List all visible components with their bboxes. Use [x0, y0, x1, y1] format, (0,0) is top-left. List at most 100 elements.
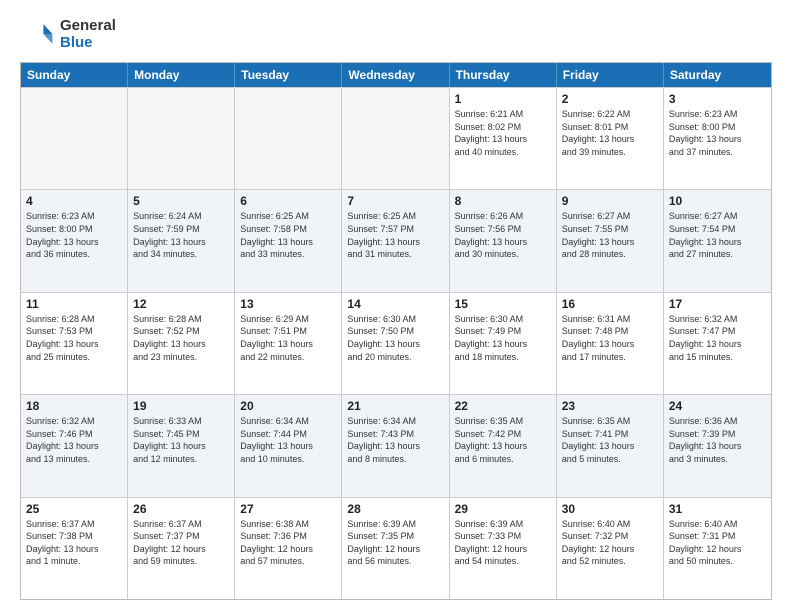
- cell-info: Sunrise: 6:21 AM Sunset: 8:02 PM Dayligh…: [455, 108, 551, 158]
- calendar-cell-r3c4: 22Sunrise: 6:35 AM Sunset: 7:42 PM Dayli…: [450, 395, 557, 496]
- calendar-cell-r1c5: 9Sunrise: 6:27 AM Sunset: 7:55 PM Daylig…: [557, 190, 664, 291]
- calendar-cell-r2c0: 11 Sunrise: 6:28 AM Sunset: 7:53 PM Dayli…: [21, 293, 128, 394]
- cell-info: Sunrise: 6:38 AM Sunset: 7:36 PM Dayligh…: [240, 518, 336, 568]
- logo-general: General: [60, 17, 116, 34]
- calendar-cell-r2c4: 15 Sunrise: 6:30 AM Sunset: 7:49 PM Dayli…: [450, 293, 557, 394]
- calendar-cell-r0c1: [128, 88, 235, 189]
- cell-date: 26: [133, 502, 229, 516]
- cell-info: Sunrise: 6:34 AM Sunset: 7:44 PM Dayligh…: [240, 415, 336, 465]
- cell-date: 17: [669, 297, 766, 311]
- calendar-cell-r2c6: 17 Sunrise: 6:32 AM Sunset: 7:47 PM Dayli…: [664, 293, 771, 394]
- cell-info: Sunrise: 6:30 AM Sunset: 7:49 PM Dayligh…: [455, 313, 551, 363]
- calendar-row-1: 4 Sunrise: 6:23 AM Sunset: 8:00 PM Daylig…: [21, 189, 771, 291]
- calendar-cell-r2c5: 16 Sunrise: 6:31 AM Sunset: 7:48 PM Dayli…: [557, 293, 664, 394]
- calendar-cell-r4c1: 26 Sunrise: 6:37 AM Sunset: 7:37 PM Dayli…: [128, 498, 235, 599]
- calendar-cell-r1c1: 5 Sunrise: 6:24 AM Sunset: 7:59 PM Daylig…: [128, 190, 235, 291]
- cell-date: 2: [562, 92, 658, 106]
- cell-date: 24: [669, 399, 766, 413]
- header-day-thursday: Thursday: [450, 63, 557, 87]
- calendar-cell-r0c4: 1Sunrise: 6:21 AM Sunset: 8:02 PM Daylig…: [450, 88, 557, 189]
- cell-info: Sunrise: 6:31 AM Sunset: 7:48 PM Dayligh…: [562, 313, 658, 363]
- cell-date: 14: [347, 297, 443, 311]
- calendar-row-0: 1Sunrise: 6:21 AM Sunset: 8:02 PM Daylig…: [21, 87, 771, 189]
- calendar-cell-r4c6: 31Sunrise: 6:40 AM Sunset: 7:31 PM Dayli…: [664, 498, 771, 599]
- cell-date: 27: [240, 502, 336, 516]
- calendar-cell-r4c2: 27 Sunrise: 6:38 AM Sunset: 7:36 PM Dayli…: [235, 498, 342, 599]
- cell-date: 12: [133, 297, 229, 311]
- calendar-cell-r3c5: 23Sunrise: 6:35 AM Sunset: 7:41 PM Dayli…: [557, 395, 664, 496]
- calendar-cell-r1c0: 4 Sunrise: 6:23 AM Sunset: 8:00 PM Daylig…: [21, 190, 128, 291]
- cell-info: Sunrise: 6:23 AM Sunset: 8:00 PM Dayligh…: [669, 108, 766, 158]
- cell-info: Sunrise: 6:29 AM Sunset: 7:51 PM Dayligh…: [240, 313, 336, 363]
- cell-info: Sunrise: 6:30 AM Sunset: 7:50 PM Dayligh…: [347, 313, 443, 363]
- logo-svg: [20, 16, 56, 52]
- calendar-cell-r4c3: 28 Sunrise: 6:39 AM Sunset: 7:35 PM Dayli…: [342, 498, 449, 599]
- calendar-cell-r0c6: 3 Sunrise: 6:23 AM Sunset: 8:00 PM Daylig…: [664, 88, 771, 189]
- calendar-row-2: 11 Sunrise: 6:28 AM Sunset: 7:53 PM Dayli…: [21, 292, 771, 394]
- calendar-cell-r3c0: 18 Sunrise: 6:32 AM Sunset: 7:46 PM Dayli…: [21, 395, 128, 496]
- cell-info: Sunrise: 6:35 AM Sunset: 7:42 PM Dayligh…: [455, 415, 551, 465]
- cell-info: Sunrise: 6:24 AM Sunset: 7:59 PM Dayligh…: [133, 210, 229, 260]
- cell-date: 7: [347, 194, 443, 208]
- cell-date: 16: [562, 297, 658, 311]
- calendar-cell-r2c2: 13Sunrise: 6:29 AM Sunset: 7:51 PM Dayli…: [235, 293, 342, 394]
- cell-info: Sunrise: 6:37 AM Sunset: 7:37 PM Dayligh…: [133, 518, 229, 568]
- cell-date: 5: [133, 194, 229, 208]
- calendar-cell-r2c3: 14 Sunrise: 6:30 AM Sunset: 7:50 PM Dayli…: [342, 293, 449, 394]
- cell-date: 21: [347, 399, 443, 413]
- page: General Blue SundayMondayTuesdayWednesda…: [0, 0, 792, 612]
- cell-info: Sunrise: 6:32 AM Sunset: 7:46 PM Dayligh…: [26, 415, 122, 465]
- cell-date: 18: [26, 399, 122, 413]
- logo: General Blue: [20, 16, 116, 52]
- calendar-cell-r3c3: 21Sunrise: 6:34 AM Sunset: 7:43 PM Dayli…: [342, 395, 449, 496]
- cell-info: Sunrise: 6:39 AM Sunset: 7:33 PM Dayligh…: [455, 518, 551, 568]
- header-day-wednesday: Wednesday: [342, 63, 449, 87]
- calendar-cell-r4c4: 29 Sunrise: 6:39 AM Sunset: 7:33 PM Dayli…: [450, 498, 557, 599]
- cell-date: 9: [562, 194, 658, 208]
- cell-info: Sunrise: 6:23 AM Sunset: 8:00 PM Dayligh…: [26, 210, 122, 260]
- calendar-cell-r0c5: 2 Sunrise: 6:22 AM Sunset: 8:01 PM Daylig…: [557, 88, 664, 189]
- cell-info: Sunrise: 6:39 AM Sunset: 7:35 PM Dayligh…: [347, 518, 443, 568]
- cell-info: Sunrise: 6:33 AM Sunset: 7:45 PM Dayligh…: [133, 415, 229, 465]
- cell-date: 15: [455, 297, 551, 311]
- calendar-body: 1Sunrise: 6:21 AM Sunset: 8:02 PM Daylig…: [21, 87, 771, 599]
- header-day-monday: Monday: [128, 63, 235, 87]
- calendar-cell-r1c2: 6Sunrise: 6:25 AM Sunset: 7:58 PM Daylig…: [235, 190, 342, 291]
- cell-date: 19: [133, 399, 229, 413]
- calendar-cell-r3c2: 20 Sunrise: 6:34 AM Sunset: 7:44 PM Dayli…: [235, 395, 342, 496]
- cell-date: 6: [240, 194, 336, 208]
- calendar-cell-r4c5: 30 Sunrise: 6:40 AM Sunset: 7:32 PM Dayli…: [557, 498, 664, 599]
- calendar-cell-r4c0: 25Sunrise: 6:37 AM Sunset: 7:38 PM Dayli…: [21, 498, 128, 599]
- calendar-cell-r2c1: 12 Sunrise: 6:28 AM Sunset: 7:52 PM Dayli…: [128, 293, 235, 394]
- cell-date: 28: [347, 502, 443, 516]
- calendar-header: SundayMondayTuesdayWednesdayThursdayFrid…: [21, 63, 771, 87]
- cell-info: Sunrise: 6:22 AM Sunset: 8:01 PM Dayligh…: [562, 108, 658, 158]
- cell-date: 4: [26, 194, 122, 208]
- cell-date: 11: [26, 297, 122, 311]
- cell-info: Sunrise: 6:25 AM Sunset: 7:57 PM Dayligh…: [347, 210, 443, 260]
- cell-info: Sunrise: 6:32 AM Sunset: 7:47 PM Dayligh…: [669, 313, 766, 363]
- cell-date: 3: [669, 92, 766, 106]
- cell-info: Sunrise: 6:35 AM Sunset: 7:41 PM Dayligh…: [562, 415, 658, 465]
- header-day-sunday: Sunday: [21, 63, 128, 87]
- calendar-row-3: 18 Sunrise: 6:32 AM Sunset: 7:46 PM Dayli…: [21, 394, 771, 496]
- header-day-saturday: Saturday: [664, 63, 771, 87]
- calendar-cell-r3c6: 24Sunrise: 6:36 AM Sunset: 7:39 PM Dayli…: [664, 395, 771, 496]
- cell-date: 30: [562, 502, 658, 516]
- logo-blue: Blue: [60, 34, 116, 51]
- cell-date: 20: [240, 399, 336, 413]
- calendar-cell-r1c4: 8Sunrise: 6:26 AM Sunset: 7:56 PM Daylig…: [450, 190, 557, 291]
- calendar-row-4: 25Sunrise: 6:37 AM Sunset: 7:38 PM Dayli…: [21, 497, 771, 599]
- cell-info: Sunrise: 6:40 AM Sunset: 7:32 PM Dayligh…: [562, 518, 658, 568]
- cell-info: Sunrise: 6:40 AM Sunset: 7:31 PM Dayligh…: [669, 518, 766, 568]
- cell-date: 8: [455, 194, 551, 208]
- calendar-cell-r0c3: [342, 88, 449, 189]
- calendar-cell-r3c1: 19 Sunrise: 6:33 AM Sunset: 7:45 PM Dayli…: [128, 395, 235, 496]
- cell-info: Sunrise: 6:37 AM Sunset: 7:38 PM Dayligh…: [26, 518, 122, 568]
- calendar-cell-r1c3: 7 Sunrise: 6:25 AM Sunset: 7:57 PM Daylig…: [342, 190, 449, 291]
- cell-info: Sunrise: 6:28 AM Sunset: 7:53 PM Dayligh…: [26, 313, 122, 363]
- cell-info: Sunrise: 6:27 AM Sunset: 7:54 PM Dayligh…: [669, 210, 766, 260]
- cell-date: 10: [669, 194, 766, 208]
- cell-info: Sunrise: 6:28 AM Sunset: 7:52 PM Dayligh…: [133, 313, 229, 363]
- cell-date: 29: [455, 502, 551, 516]
